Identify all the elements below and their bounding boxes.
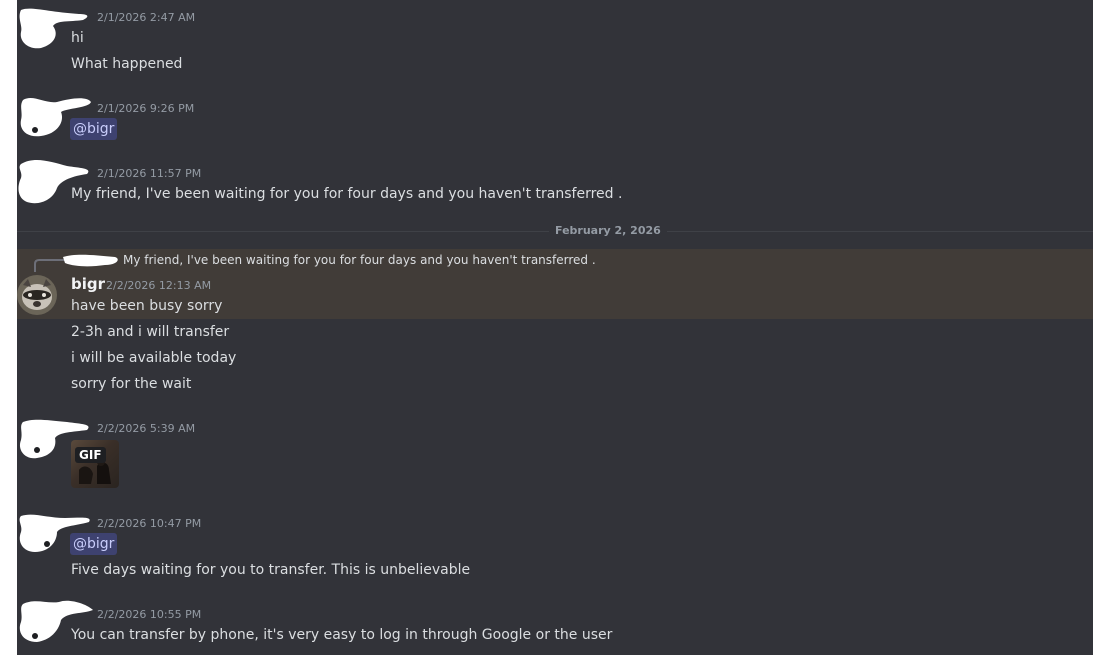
message-line: Five days waiting for you to transfer. T… [71, 562, 471, 578]
gif-attachment[interactable]: GIF [71, 440, 119, 488]
message-line: You can transfer by phone, it's very eas… [71, 627, 613, 643]
gif-badge: GIF [75, 447, 106, 463]
message-line: hi [71, 30, 84, 46]
message-line: My friend, I've been waiting for you for… [71, 186, 623, 202]
user-mention[interactable]: @bigr [70, 533, 118, 555]
date-divider-label: February 2, 2026 [549, 224, 667, 237]
redacted-reply-author [63, 254, 118, 267]
message-line: sorry for the wait [71, 376, 192, 392]
message-timestamp: 2/1/2026 2:47 AM [97, 11, 196, 24]
message-line: have been busy sorry [71, 298, 223, 314]
message-username[interactable]: bigr [71, 275, 105, 293]
message-timestamp: 2/1/2026 11:57 PM [97, 167, 202, 180]
reply-preview-text[interactable]: My friend, I've been waiting for you for… [123, 253, 596, 267]
chat-messages-pane[interactable]: 2/1/2026 2:47 AM hi What happened 2/1/20… [17, 0, 1093, 655]
message-line: i will be available today [71, 350, 237, 366]
message-line: 2-3h and i will transfer [71, 324, 230, 340]
user-avatar[interactable] [17, 275, 57, 315]
message-timestamp: 2/2/2026 5:39 AM [97, 422, 196, 435]
message-timestamp: 2/2/2026 10:47 PM [97, 517, 202, 530]
redacted-avatar [19, 8, 88, 49]
message-timestamp: 2/2/2026 10:55 PM [97, 608, 202, 621]
user-mention[interactable]: @bigr [70, 118, 118, 140]
message-line: What happened [71, 56, 183, 72]
message-timestamp: 2/1/2026 9:26 PM [97, 102, 195, 115]
message-timestamp: 2/2/2026 12:13 AM [106, 279, 212, 292]
